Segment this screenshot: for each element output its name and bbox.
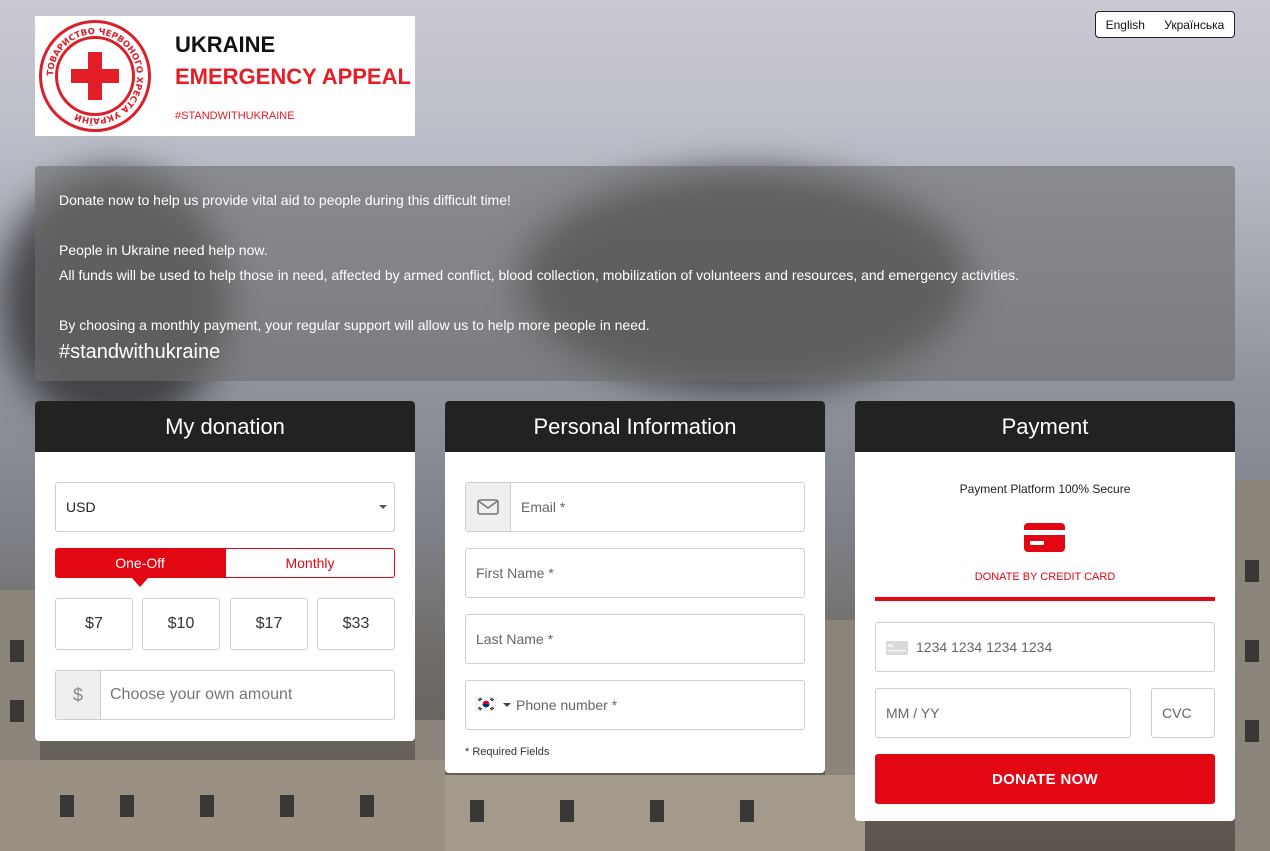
personal-info-panel: Personal Information Email * First Name …: [445, 401, 825, 773]
red-cross-seal: ТОВАРИСТВО ЧЕРВОНОГО ХРЕСТА УКРАЇНИ: [39, 20, 151, 132]
intro-box: Donate now to help us provide vital aid …: [35, 166, 1235, 381]
intro-line: People in Ukraine need help now.: [59, 242, 268, 258]
seal-inner-ring: [55, 36, 135, 116]
window: [1245, 560, 1259, 582]
red-cross-logo[interactable]: ТОВАРИСТВО ЧЕРВОНОГО ХРЕСТА УКРАЇНИ UKRA…: [35, 16, 415, 136]
window: [200, 795, 214, 817]
logo-tagline: #STANDWITHUKRAINE: [175, 110, 295, 122]
language-option-ukrainian[interactable]: Українська: [1164, 18, 1224, 32]
envelope-icon: [466, 483, 511, 531]
last-name-field[interactable]: Last Name *: [465, 614, 805, 664]
chevron-down-icon: [503, 703, 511, 707]
window: [280, 795, 294, 817]
custom-amount-placeholder: Choose your own amount: [110, 686, 293, 703]
window: [1245, 720, 1259, 742]
donate-by-credit-card-tab[interactable]: DONATE BY CREDIT CARD: [855, 571, 1235, 583]
expiry-field[interactable]: MM / YY: [875, 688, 1131, 738]
secure-platform-text: Payment Platform 100% Secure: [959, 482, 1131, 496]
window: [1245, 640, 1259, 662]
intro-line: Donate now to help us provide vital aid …: [59, 192, 511, 208]
expiry-placeholder: MM / YY: [886, 705, 940, 721]
currency-value: USD: [66, 499, 96, 515]
required-fields-note: * Required Fields: [465, 746, 550, 758]
language-switcher: English Українська: [1095, 11, 1235, 38]
window: [120, 795, 134, 817]
dollar-sign-addon: $: [56, 671, 101, 719]
window: [650, 800, 664, 822]
window: [740, 800, 754, 822]
amount-option[interactable]: $17: [230, 598, 308, 650]
card-number-placeholder: 1234 1234 1234 1234: [916, 639, 1053, 655]
card-number-field[interactable]: 1234 1234 1234 1234: [875, 622, 1215, 672]
amount-option[interactable]: $7: [55, 598, 133, 650]
currency-select[interactable]: USD: [55, 482, 395, 532]
frequency-monthly[interactable]: Monthly: [225, 548, 395, 578]
first-name-field[interactable]: First Name *: [465, 548, 805, 598]
email-field[interactable]: Email *: [465, 482, 805, 532]
payment-panel: Payment Payment Platform 100% Secure DON…: [855, 401, 1235, 821]
phone-field[interactable]: Phone number *: [465, 680, 805, 730]
last-name-placeholder: Last Name *: [476, 631, 554, 647]
logo-title-line2: EMERGENCY APPEAL: [175, 64, 411, 89]
amount-option[interactable]: $10: [142, 598, 220, 650]
cvc-field[interactable]: CVC: [1151, 688, 1215, 738]
selected-indicator: [131, 577, 149, 587]
donate-now-button[interactable]: DONATE NOW: [875, 754, 1215, 804]
credit-card-icon[interactable]: [1024, 523, 1066, 553]
personal-info-title: Personal Information: [445, 401, 825, 452]
window: [60, 795, 74, 817]
intro-line: By choosing a monthly payment, your regu…: [59, 317, 650, 333]
cvc-placeholder: CVC: [1162, 705, 1192, 721]
custom-amount-input[interactable]: $ Choose your own amount: [55, 670, 395, 720]
intro-hashtag: #standwithukraine: [59, 341, 221, 363]
window: [470, 800, 484, 822]
active-tab-underline: [875, 597, 1215, 601]
flag-icon: [475, 696, 497, 712]
card-brand-icon: [886, 641, 908, 655]
window: [360, 795, 374, 817]
red-cross-icon-bar: [71, 69, 119, 83]
chevron-down-icon: [379, 505, 387, 509]
language-option-english[interactable]: English: [1106, 18, 1145, 32]
payment-title: Payment: [855, 401, 1235, 452]
phone-placeholder: Phone number *: [516, 697, 618, 713]
first-name-placeholder: First Name *: [476, 565, 554, 581]
country-code-select[interactable]: [475, 696, 516, 715]
donation-panel-title: My donation: [35, 401, 415, 452]
window: [10, 700, 24, 722]
amount-option[interactable]: $33: [317, 598, 395, 650]
window: [560, 800, 574, 822]
intro-line: All funds will be used to help those in …: [59, 267, 1020, 283]
donation-panel: My donation USD One-Off Monthly $7 $10 $…: [35, 401, 415, 741]
window: [10, 640, 24, 662]
logo-title-line1: UKRAINE: [175, 32, 276, 57]
email-placeholder: Email *: [521, 499, 566, 515]
frequency-one-off[interactable]: One-Off: [55, 548, 225, 578]
building: [1235, 480, 1270, 851]
